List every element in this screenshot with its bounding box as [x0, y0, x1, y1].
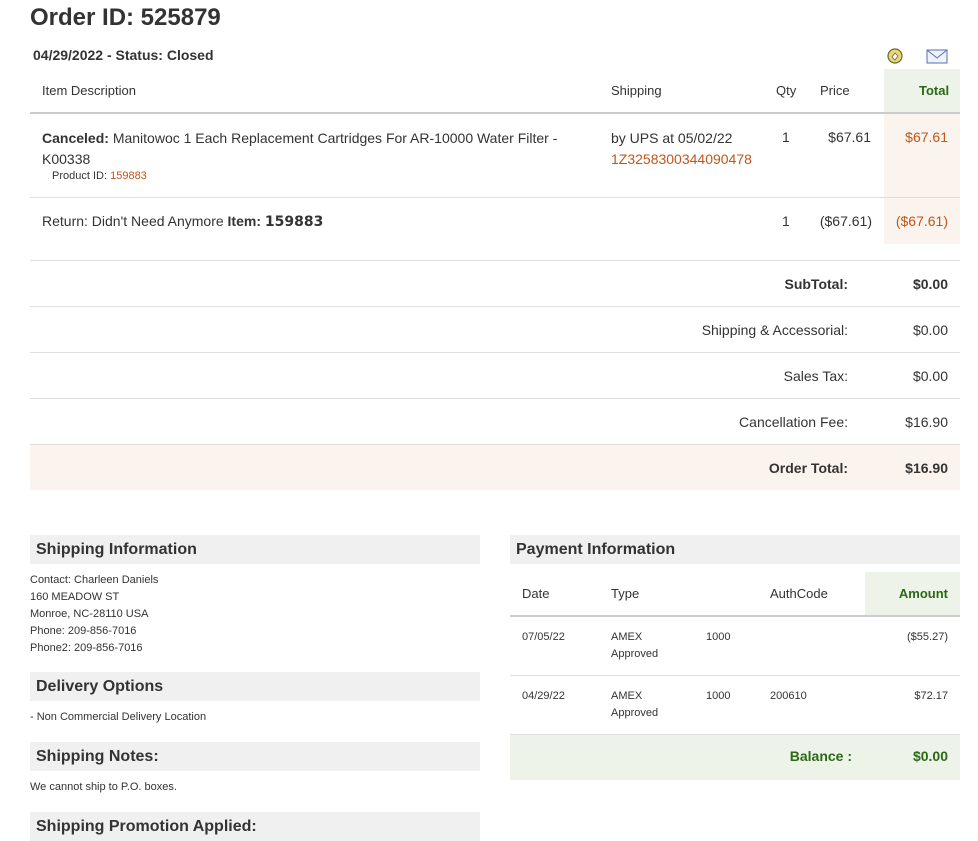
payment-amount: ($55.27) — [907, 631, 948, 643]
shipping-method: by UPS at 05/02/22 — [611, 130, 733, 146]
canceled-label: Canceled: — [42, 130, 109, 146]
payment-type: AMEX Approved — [611, 631, 659, 660]
pay-col-type: Type — [611, 586, 640, 601]
delivery-option-text: - Non Commercial Delivery Location — [30, 711, 207, 723]
shipping-accessorial-label: Shipping & Accessorial: — [701, 322, 848, 338]
product-id-line: Product ID: 159883 — [52, 170, 147, 182]
payment-authcode: 200610 — [770, 690, 807, 702]
shipping-info-heading: Shipping Information — [30, 535, 480, 564]
delivery-options-heading: Delivery Options — [30, 672, 480, 701]
order-title: Order ID: 525879 — [30, 4, 221, 31]
pay-col-authcode: AuthCode — [770, 586, 828, 601]
return-reason: Return: Didn't Need Anymore — [42, 213, 224, 229]
col-header-shipping: Shipping — [611, 83, 662, 98]
pay-col-date: Date — [522, 586, 550, 601]
payment-code: 1000 — [706, 690, 731, 702]
product-id-link[interactable]: 159883 — [110, 170, 147, 182]
item-description: Manitowoc 1 Each Replacement Cartridges … — [112, 130, 558, 146]
total-cell: ($67.61) — [895, 213, 948, 229]
address-street: 160 MEADOW ST — [30, 591, 120, 603]
summary-divider — [30, 306, 960, 307]
shipping-cell: by UPS at 05/02/22 1Z3258300344090478 — [611, 128, 752, 170]
header-divider — [30, 112, 960, 114]
refresh-edit-icon[interactable] — [887, 48, 903, 64]
payment-header-divider — [510, 615, 960, 617]
return-row: Return: Didn't Need Anymore Item: 159883 — [42, 213, 323, 230]
contact-name: Contact: Charleen Daniels — [30, 574, 159, 586]
sales-tax-value: $0.00 — [912, 368, 948, 384]
shipping-promotion-heading: Shipping Promotion Applied: — [30, 812, 480, 841]
tracking-link[interactable]: 1Z3258300344090478 — [611, 151, 752, 167]
payment-type: AMEX Approved — [611, 690, 659, 719]
item-label: Item: — [227, 213, 261, 229]
summary-divider — [30, 398, 960, 399]
price-cell: $67.61 — [828, 129, 871, 145]
summary-divider — [30, 352, 960, 353]
shipping-notes-text: We cannot ship to P.O. boxes. — [30, 781, 177, 793]
payment-amount: $72.17 — [914, 690, 948, 702]
payment-date: 04/29/22 — [522, 690, 565, 702]
sales-tax-label: Sales Tax: — [783, 368, 848, 384]
summary-divider — [30, 260, 960, 261]
qty-cell: 1 — [782, 129, 790, 145]
table-row: Canceled: Manitowoc 1 Each Replacement C… — [42, 128, 592, 170]
subtotal-value: $0.00 — [912, 276, 948, 292]
phone2: Phone2: 209-856-7016 — [30, 642, 143, 654]
order-total-value: $16.90 — [905, 460, 948, 476]
shipping-notes-heading: Shipping Notes: — [30, 742, 480, 771]
payment-info-heading: Payment Information — [510, 535, 960, 564]
qty-cell: 1 — [782, 213, 790, 229]
col-header-total: Total — [919, 83, 950, 98]
payment-date: 07/05/22 — [522, 631, 565, 643]
col-header-description: Item Description — [42, 83, 136, 98]
col-header-qty: Qty — [776, 83, 797, 98]
balance-value: $0.00 — [912, 748, 948, 764]
balance-label: Balance : — [789, 748, 852, 764]
pay-col-amount: Amount — [898, 586, 948, 601]
shipping-accessorial-value: $0.00 — [912, 322, 948, 338]
order-total-label: Order Total: — [768, 460, 848, 476]
payment-code: 1000 — [706, 631, 731, 643]
payment-row-divider — [510, 675, 960, 676]
order-date-status: 04/29/2022 - Status: Closed — [33, 47, 214, 63]
subtotal-label: SubTotal: — [784, 276, 848, 292]
total-cell: $67.61 — [905, 129, 948, 145]
shipping-address: Contact: Charleen Daniels 160 MEADOW ST … — [30, 572, 158, 657]
envelope-icon[interactable] — [926, 49, 948, 64]
row-divider — [30, 197, 960, 198]
col-header-price: Price — [820, 83, 850, 98]
address-city: Monroe, NC-28110 USA — [30, 608, 149, 620]
cancellation-fee-label: Cancellation Fee: — [739, 414, 848, 430]
price-cell: ($67.61) — [819, 213, 872, 229]
item-sku: K00338 — [42, 151, 91, 167]
phone: Phone: 209-856-7016 — [30, 625, 137, 637]
return-item-id: 159883 — [264, 214, 324, 230]
cancellation-fee-value: $16.90 — [905, 414, 948, 430]
